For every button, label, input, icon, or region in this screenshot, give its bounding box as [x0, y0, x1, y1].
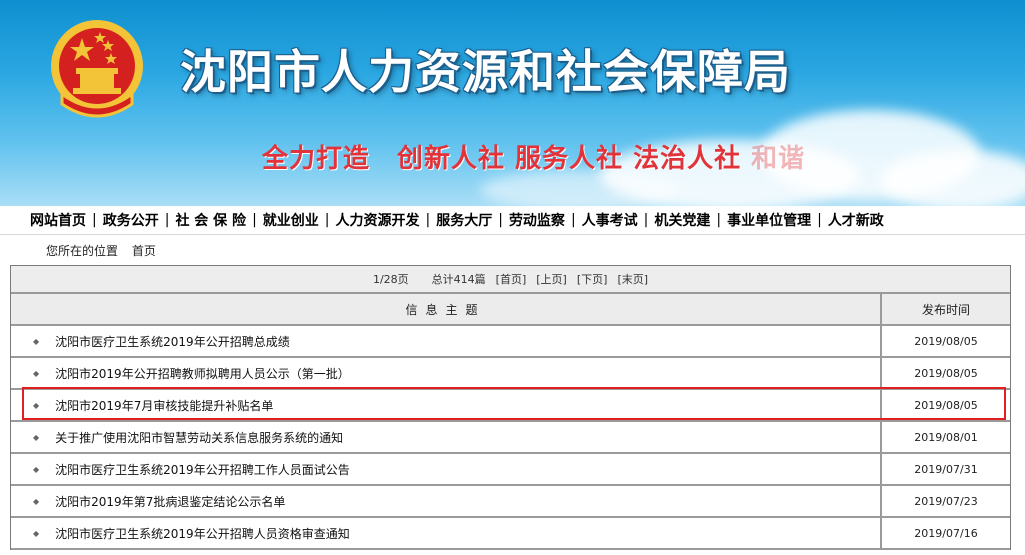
- row-date-cell: 2019/08/05: [880, 358, 1010, 388]
- article-link[interactable]: 沈阳市医疗卫生系统2019年公开招聘总成绩: [55, 333, 290, 350]
- article-link[interactable]: 关于推广使用沈阳市智慧劳动关系信息服务系统的通知: [55, 429, 343, 446]
- nav-separator: |: [570, 212, 576, 228]
- table-row: ◆ 沈阳市2019年第7批病退鉴定结论公示名单 2019/07/23: [11, 486, 1010, 518]
- nav-separator: |: [164, 212, 170, 228]
- nav-item[interactable]: 网站首页: [30, 210, 86, 230]
- table-row: ◆ 沈阳市医疗卫生系统2019年公开招聘总成绩 2019/08/05: [11, 326, 1010, 358]
- row-title-cell: ◆ 关于推广使用沈阳市智慧劳动关系信息服务系统的通知: [11, 422, 880, 452]
- site-banner: 沈阳市人力资源和社会保障局 全力打造 创新人社 服务人社 法治人社 和谐: [0, 0, 1025, 206]
- article-link[interactable]: 沈阳市2019年公开招聘教师拟聘用人员公示（第一批）: [55, 365, 350, 382]
- nav-item[interactable]: 就业创业: [263, 210, 319, 230]
- row-title-cell: ◆ 沈阳市医疗卫生系统2019年公开招聘总成绩: [11, 326, 880, 356]
- article-link[interactable]: 沈阳市医疗卫生系统2019年公开招聘工作人员面试公告: [55, 461, 350, 478]
- table-row: ◆ 沈阳市2019年7月审核技能提升补贴名单 2019/08/05: [11, 390, 1010, 422]
- banner-cloud: [880, 150, 1025, 206]
- table-row: ◆ 关于推广使用沈阳市智慧劳动关系信息服务系统的通知 2019/08/01: [11, 422, 1010, 454]
- last-page-link[interactable]: [末页]: [617, 271, 648, 287]
- article-link[interactable]: 沈阳市2019年第7批病退鉴定结论公示名单: [55, 493, 285, 510]
- bullet-icon: ◆: [33, 400, 40, 410]
- nav-item[interactable]: 机关党建: [654, 210, 710, 230]
- site-title: 沈阳市人力资源和社会保障局: [180, 45, 791, 99]
- bullet-icon: ◆: [33, 368, 40, 378]
- row-title-cell: ◆ 沈阳市医疗卫生系统2019年公开招聘人员资格审查通知: [11, 518, 880, 548]
- nav-separator: |: [817, 212, 822, 228]
- total-count: 总计414篇: [431, 273, 486, 286]
- nav-separator: |: [498, 212, 503, 228]
- national-emblem-icon: [51, 20, 143, 118]
- bullet-icon: ◆: [33, 336, 40, 346]
- slogan-main: 全力打造 创新人社 服务人社 法治人社: [262, 144, 742, 174]
- row-title-cell: ◆ 沈阳市2019年7月审核技能提升补贴名单: [11, 390, 880, 420]
- breadcrumb-label: 您所在的位置: [46, 244, 119, 258]
- nav-item[interactable]: 服务大厅: [436, 210, 492, 230]
- article-link[interactable]: 沈阳市医疗卫生系统2019年公开招聘人员资格审查通知: [55, 525, 350, 542]
- row-title-cell: ◆ 沈阳市2019年第7批病退鉴定结论公示名单: [11, 486, 880, 516]
- nav-item[interactable]: 政务公开: [103, 210, 159, 230]
- table-row: ◆ 沈阳市医疗卫生系统2019年公开招聘工作人员面试公告 2019/07/31: [11, 454, 1010, 486]
- nav-separator: |: [643, 212, 649, 228]
- banner-slogan: 全力打造 创新人社 服务人社 法治人社 和谐: [262, 138, 805, 175]
- slogan-faded: 和谐: [741, 144, 806, 174]
- nav-separator: |: [92, 212, 97, 228]
- article-link[interactable]: 沈阳市2019年7月审核技能提升补贴名单: [55, 397, 273, 414]
- table-row: ◆ 沈阳市医疗卫生系统2019年公开招聘人员资格审查通知 2019/07/16: [11, 518, 1010, 550]
- bullet-icon: ◆: [33, 464, 40, 474]
- nav-item[interactable]: 社 会 保 险: [175, 210, 246, 230]
- row-date-cell: 2019/08/01: [880, 422, 1010, 452]
- breadcrumb-home-link[interactable]: 首页: [132, 244, 156, 258]
- nav-separator: |: [252, 212, 257, 228]
- row-title-cell: ◆ 沈阳市医疗卫生系统2019年公开招聘工作人员面试公告: [11, 454, 880, 484]
- nav-separator: |: [425, 212, 431, 228]
- bullet-icon: ◆: [33, 496, 40, 506]
- banner-cloud: [480, 170, 680, 206]
- main-nav: 网站首页 | 政务公开 | 社 会 保 险 | 就业创业 | 人力资源开发 | 服务大厅 | 劳动监察 |…: [0, 206, 1025, 235]
- first-page-link[interactable]: [首页]: [496, 271, 527, 287]
- nav-separator: |: [716, 212, 722, 228]
- row-date-cell: 2019/08/05: [880, 390, 1010, 420]
- nav-item[interactable]: 事业单位管理: [727, 210, 811, 230]
- pagination-bar: 1/28页 总计414篇 [首页] [上页] [下页] [末页]: [11, 266, 1010, 294]
- table-body: ◆ 沈阳市医疗卫生系统2019年公开招聘总成绩 2019/08/05 ◆ 沈阳市2019…: [11, 326, 1010, 550]
- row-date-cell: 2019/07/16: [880, 518, 1010, 548]
- prev-page-link[interactable]: [上页]: [536, 271, 567, 287]
- nav-item[interactable]: 劳动监察: [509, 210, 565, 230]
- nav-item[interactable]: 人力资源开发: [336, 210, 420, 230]
- row-title-cell: ◆ 沈阳市2019年公开招聘教师拟聘用人员公示（第一批）: [11, 358, 880, 388]
- row-date-cell: 2019/07/23: [880, 486, 1010, 516]
- column-header-title: 信息主题: [405, 302, 486, 317]
- nav-items: 网站首页 | 政务公开 | 社 会 保 险 | 就业创业 | 人力资源开发 | 服务大厅 | 劳动监察 |…: [30, 210, 884, 230]
- row-date-cell: 2019/07/31: [880, 454, 1010, 484]
- article-list: 1/28页 总计414篇 [首页] [上页] [下页] [末页] 信息主题 发布…: [10, 265, 1011, 550]
- table-header: 信息主题 发布时间: [11, 294, 1010, 326]
- bullet-icon: ◆: [33, 432, 40, 442]
- nav-item[interactable]: 人事考试: [582, 210, 638, 230]
- table-row: ◆ 沈阳市2019年公开招聘教师拟聘用人员公示（第一批） 2019/08/05: [11, 358, 1010, 390]
- page-indicator: 1/28页: [372, 273, 409, 286]
- column-header-date: 发布时间: [880, 294, 1010, 324]
- nav-separator: |: [324, 212, 330, 228]
- bullet-icon: ◆: [33, 528, 40, 538]
- next-page-link[interactable]: [下页]: [577, 271, 608, 287]
- breadcrumb: 您所在的位置 首页: [46, 242, 166, 259]
- row-date-cell: 2019/08/05: [880, 326, 1010, 356]
- nav-item[interactable]: 人才新政: [828, 210, 884, 230]
